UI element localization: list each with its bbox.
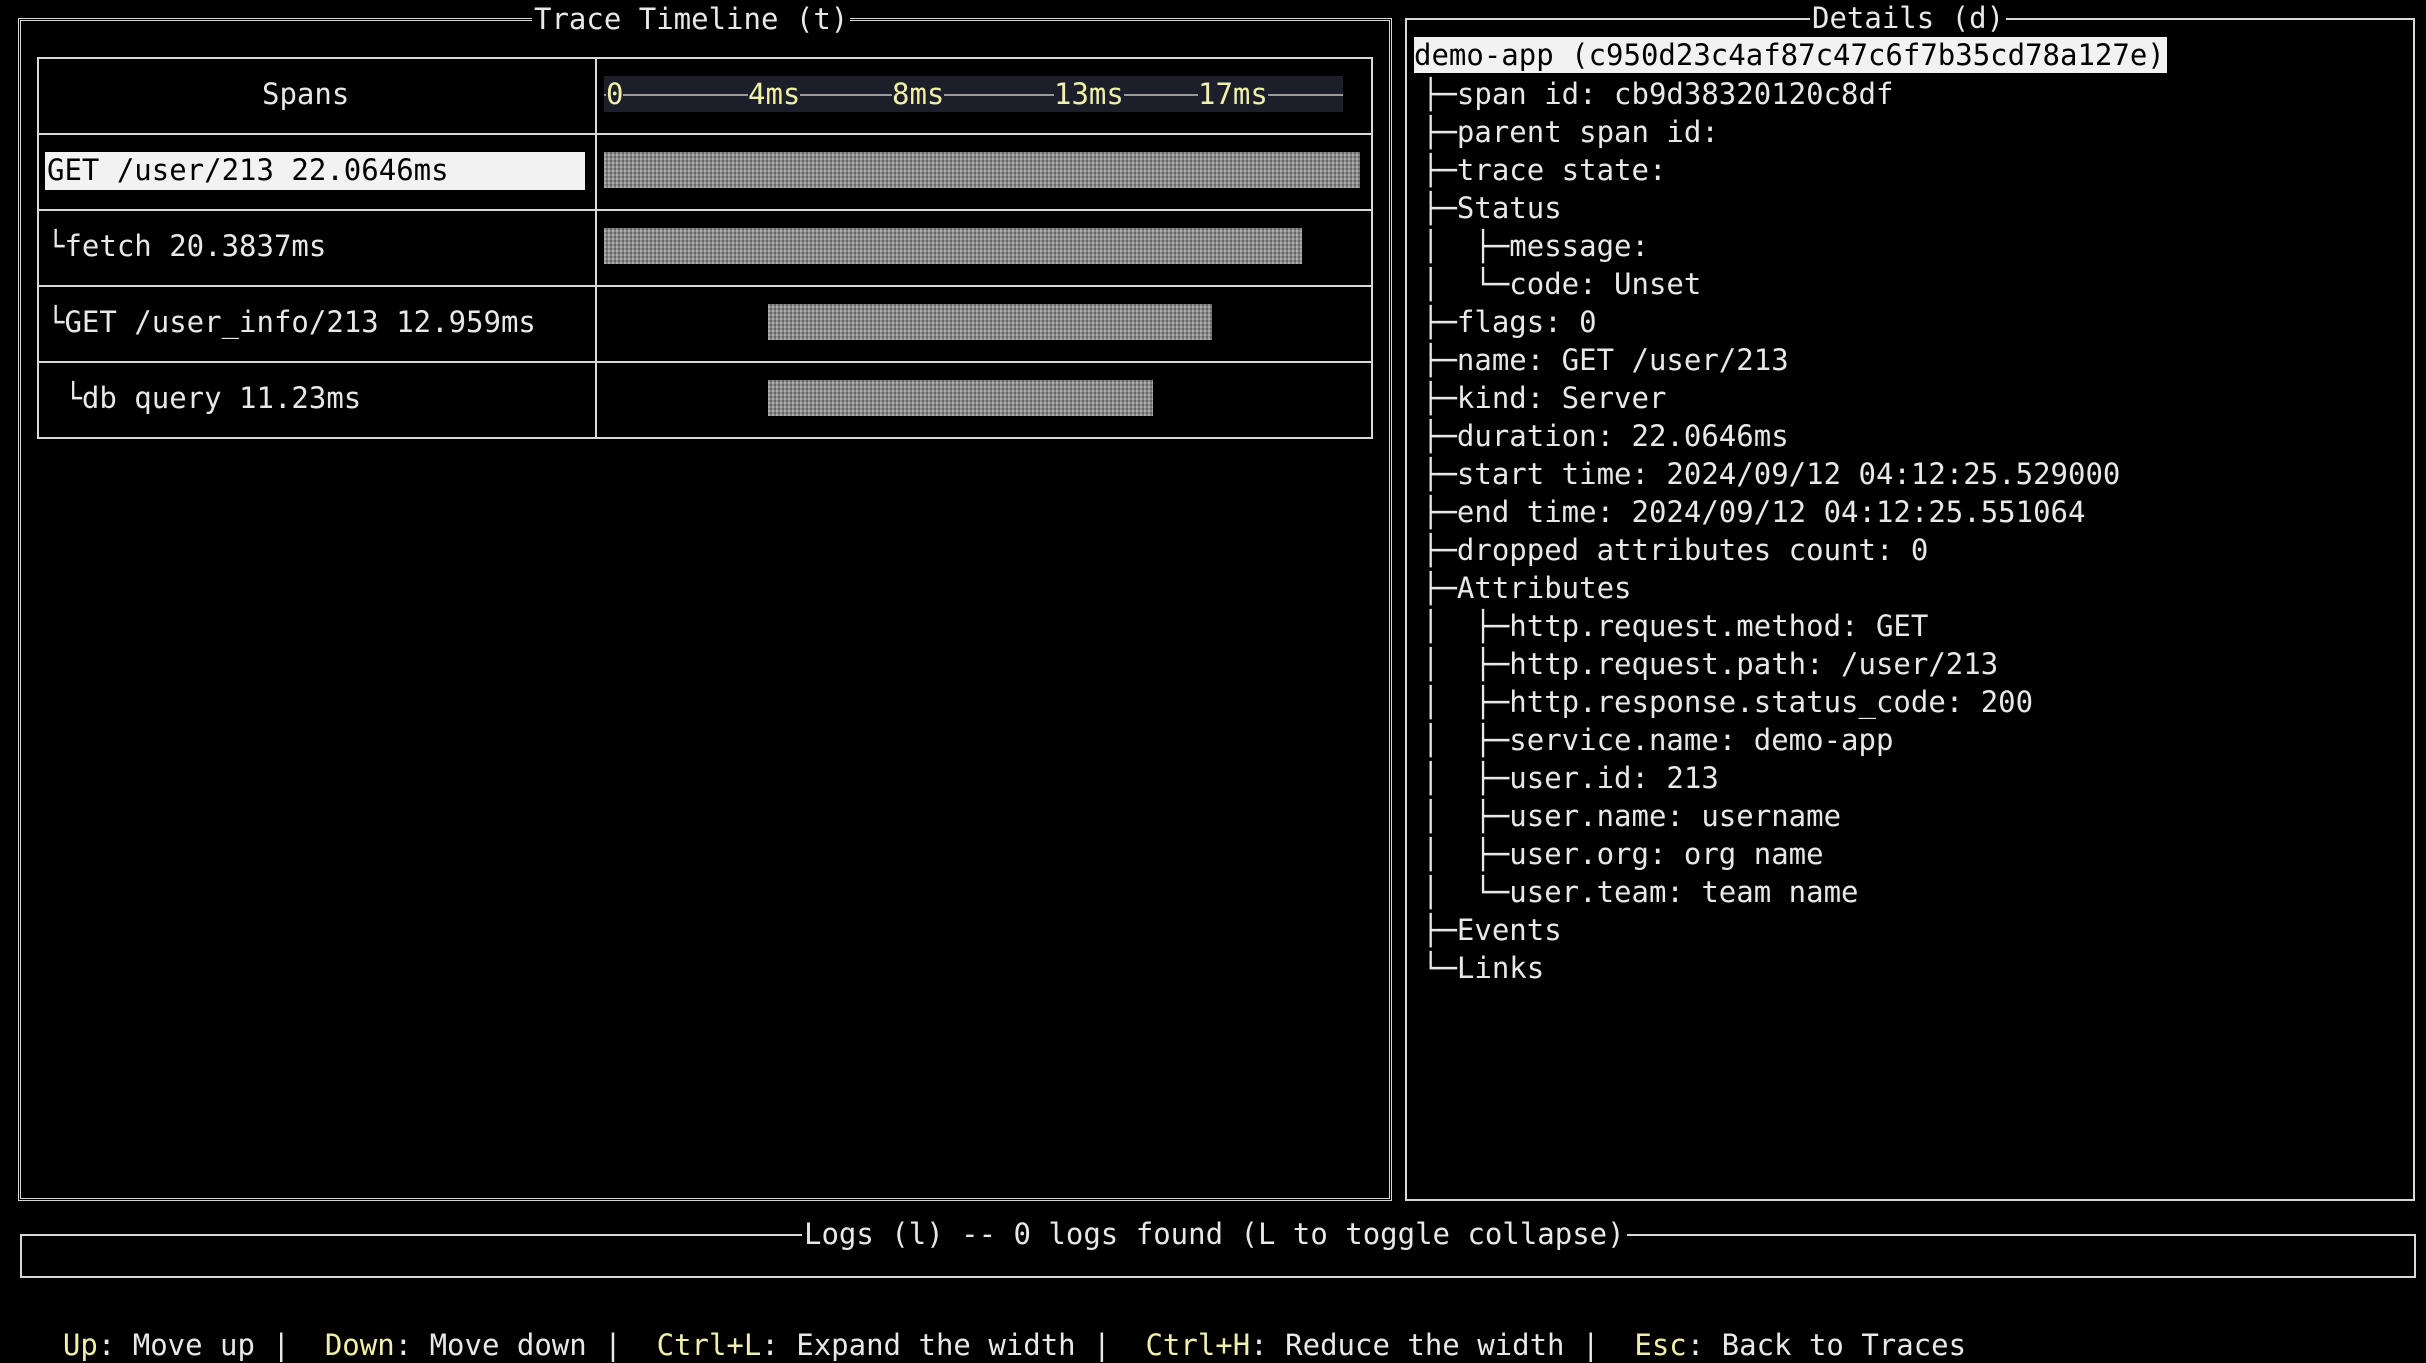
time-tick: 13ms [1054, 76, 1124, 112]
logs-panel[interactable]: Logs (l) -- 0 logs found (L to toggle co… [20, 1216, 2416, 1278]
details-tree-line: ├─end time: 2024/09/12 04:12:25.551064 [1422, 495, 2086, 529]
spans-column-header: Spans [262, 77, 350, 111]
time-tick: 8ms [892, 76, 945, 112]
trace-timeline-title: Trace Timeline (t) [532, 1, 851, 37]
details-tree-line: ├─flags: 0 [1422, 305, 1597, 339]
details-tree-line: │ ├─message: [1422, 229, 1649, 263]
span-row-label[interactable]: └GET /user_info/213 12.959ms [47, 304, 536, 340]
keybinding-down: Down: Move down [324, 1328, 587, 1362]
span-bar [768, 304, 1213, 340]
details-tree-line: │ ├─user.id: 213 [1422, 761, 1719, 795]
keybinding-back: Esc: Back to Traces [1634, 1328, 1967, 1362]
span-bar [768, 380, 1154, 416]
details-tree-line: │ └─code: Unset [1422, 267, 1702, 301]
details-tree-line: ├─trace state: [1422, 153, 1667, 187]
details-tree-line: │ ├─user.org: org name [1422, 837, 1824, 871]
details-tree-line: ├─start time: 2024/09/12 04:12:25.529000 [1422, 457, 2121, 491]
details-tree-line: ├─Attributes [1422, 571, 1632, 605]
details-tree-line: ├─duration: 22.0646ms [1422, 419, 1789, 453]
logs-title: Logs (l) -- 0 logs found (L to toggle co… [802, 1216, 1627, 1252]
span-row-label[interactable]: └fetch 20.3837ms [47, 228, 326, 264]
details-tree-line: │ ├─service.name: demo-app [1422, 723, 1894, 757]
keybinding-up: Up: Move up [62, 1328, 255, 1362]
details-header: demo-app (c950d23c4af87c47c6f7b35cd78a12… [1414, 37, 2167, 73]
details-tree-line: ├─Events [1422, 913, 1562, 947]
details-tree-line: └─Links [1422, 951, 1545, 985]
details-tree-line: ├─dropped attributes count: 0 [1422, 533, 1929, 567]
details-tree-line: │ ├─http.request.method: GET [1422, 609, 1929, 643]
keybinding-reduce-width: Ctrl+H: Reduce the width [1145, 1328, 1565, 1362]
details-tree-line: │ ├─http.request.path: /user/213 [1422, 647, 1999, 681]
span-row-label[interactable]: └db query 11.23ms [47, 380, 361, 416]
details-tree-line: ├─span id: cb9d38320120c8df [1422, 77, 1894, 111]
details-tree-line: │ ├─http.response.status_code: 200 [1422, 685, 2034, 719]
details-title: Details (d) [1810, 0, 2007, 36]
span-row-label[interactable]: GET /user/213 22.0646ms [47, 152, 449, 188]
time-tick: 17ms [1198, 76, 1268, 112]
details-tree-line: ├─kind: Server [1422, 381, 1667, 415]
keybinding-footer: Up: Move up | Down: Move down | Ctrl+L: … [62, 1328, 1967, 1362]
span-bar [604, 228, 1303, 264]
time-tick: 4ms [748, 76, 801, 112]
span-bar [604, 152, 1360, 188]
keybinding-expand-width: Ctrl+L: Expand the width [656, 1328, 1076, 1362]
details-tree-line: │ └─user.team: team name [1422, 875, 1859, 909]
details-tree-line: ├─parent span id: [1422, 115, 1719, 149]
time-tick: 0 [606, 76, 624, 112]
details-tree-line: ├─name: GET /user/213 [1422, 343, 1789, 377]
details-tree-line: │ ├─user.name: username [1422, 799, 1842, 833]
details-tree-line: ├─Status [1422, 191, 1562, 225]
